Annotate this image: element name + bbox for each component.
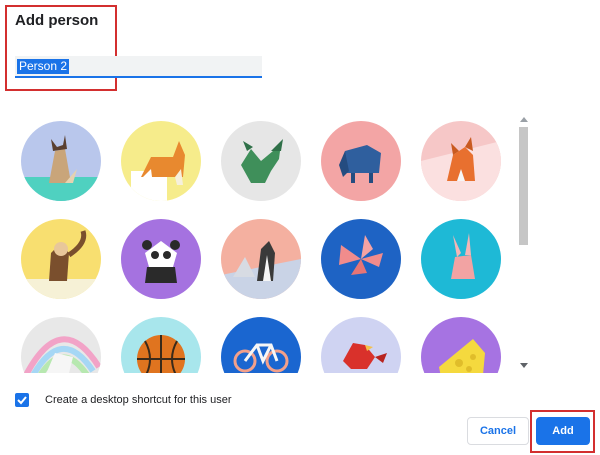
cancel-button[interactable]: Cancel [467,417,529,445]
basketball-icon [121,317,201,373]
avatar-cat[interactable] [21,121,101,201]
highlight-box-title [5,5,117,91]
avatar-unicorn[interactable] [21,317,101,373]
penguin-icon [221,219,301,299]
avatar-penguin[interactable] [221,219,301,299]
corgi-icon [121,121,201,201]
cat-icon [21,121,101,201]
avatar-butterfly[interactable] [321,219,401,299]
selected-name-text: Person 2 [17,59,70,74]
bird-icon [321,317,401,373]
checkmark-icon [17,396,27,405]
butterfly-icon [321,219,401,299]
person-name-input[interactable]: Person 2 [15,56,262,78]
rabbit-icon [421,219,501,299]
avatar-panda[interactable] [121,219,201,299]
avatar-rabbit[interactable] [421,219,501,299]
monkey-icon [21,219,101,299]
fox-icon [421,121,501,201]
avatar-grid [10,113,515,373]
avatar-grid-scrollbar[interactable] [517,113,530,373]
scroll-up-arrow-icon[interactable] [520,117,528,122]
avatar-basketball[interactable] [121,317,201,373]
unicorn-icon [21,317,101,373]
highlight-box-add [530,410,595,453]
avatar-dragon[interactable] [221,121,301,201]
avatar-corgi[interactable] [121,121,201,201]
avatar-fox[interactable] [421,121,501,201]
avatar-bird[interactable] [321,317,401,373]
desktop-shortcut-label: Create a desktop shortcut for this user [45,394,232,406]
cheese-icon [421,317,501,373]
scroll-thumb[interactable] [519,127,528,245]
desktop-shortcut-checkbox[interactable] [15,393,29,407]
panda-icon [121,219,201,299]
avatar-cheese[interactable] [421,317,501,373]
dragon-icon [221,121,301,201]
elephant-icon [321,121,401,201]
avatar-bike[interactable] [221,317,301,373]
scroll-down-arrow-icon[interactable] [520,363,528,368]
bike-icon [221,317,301,373]
avatar-elephant[interactable] [321,121,401,201]
avatar-monkey[interactable] [21,219,101,299]
